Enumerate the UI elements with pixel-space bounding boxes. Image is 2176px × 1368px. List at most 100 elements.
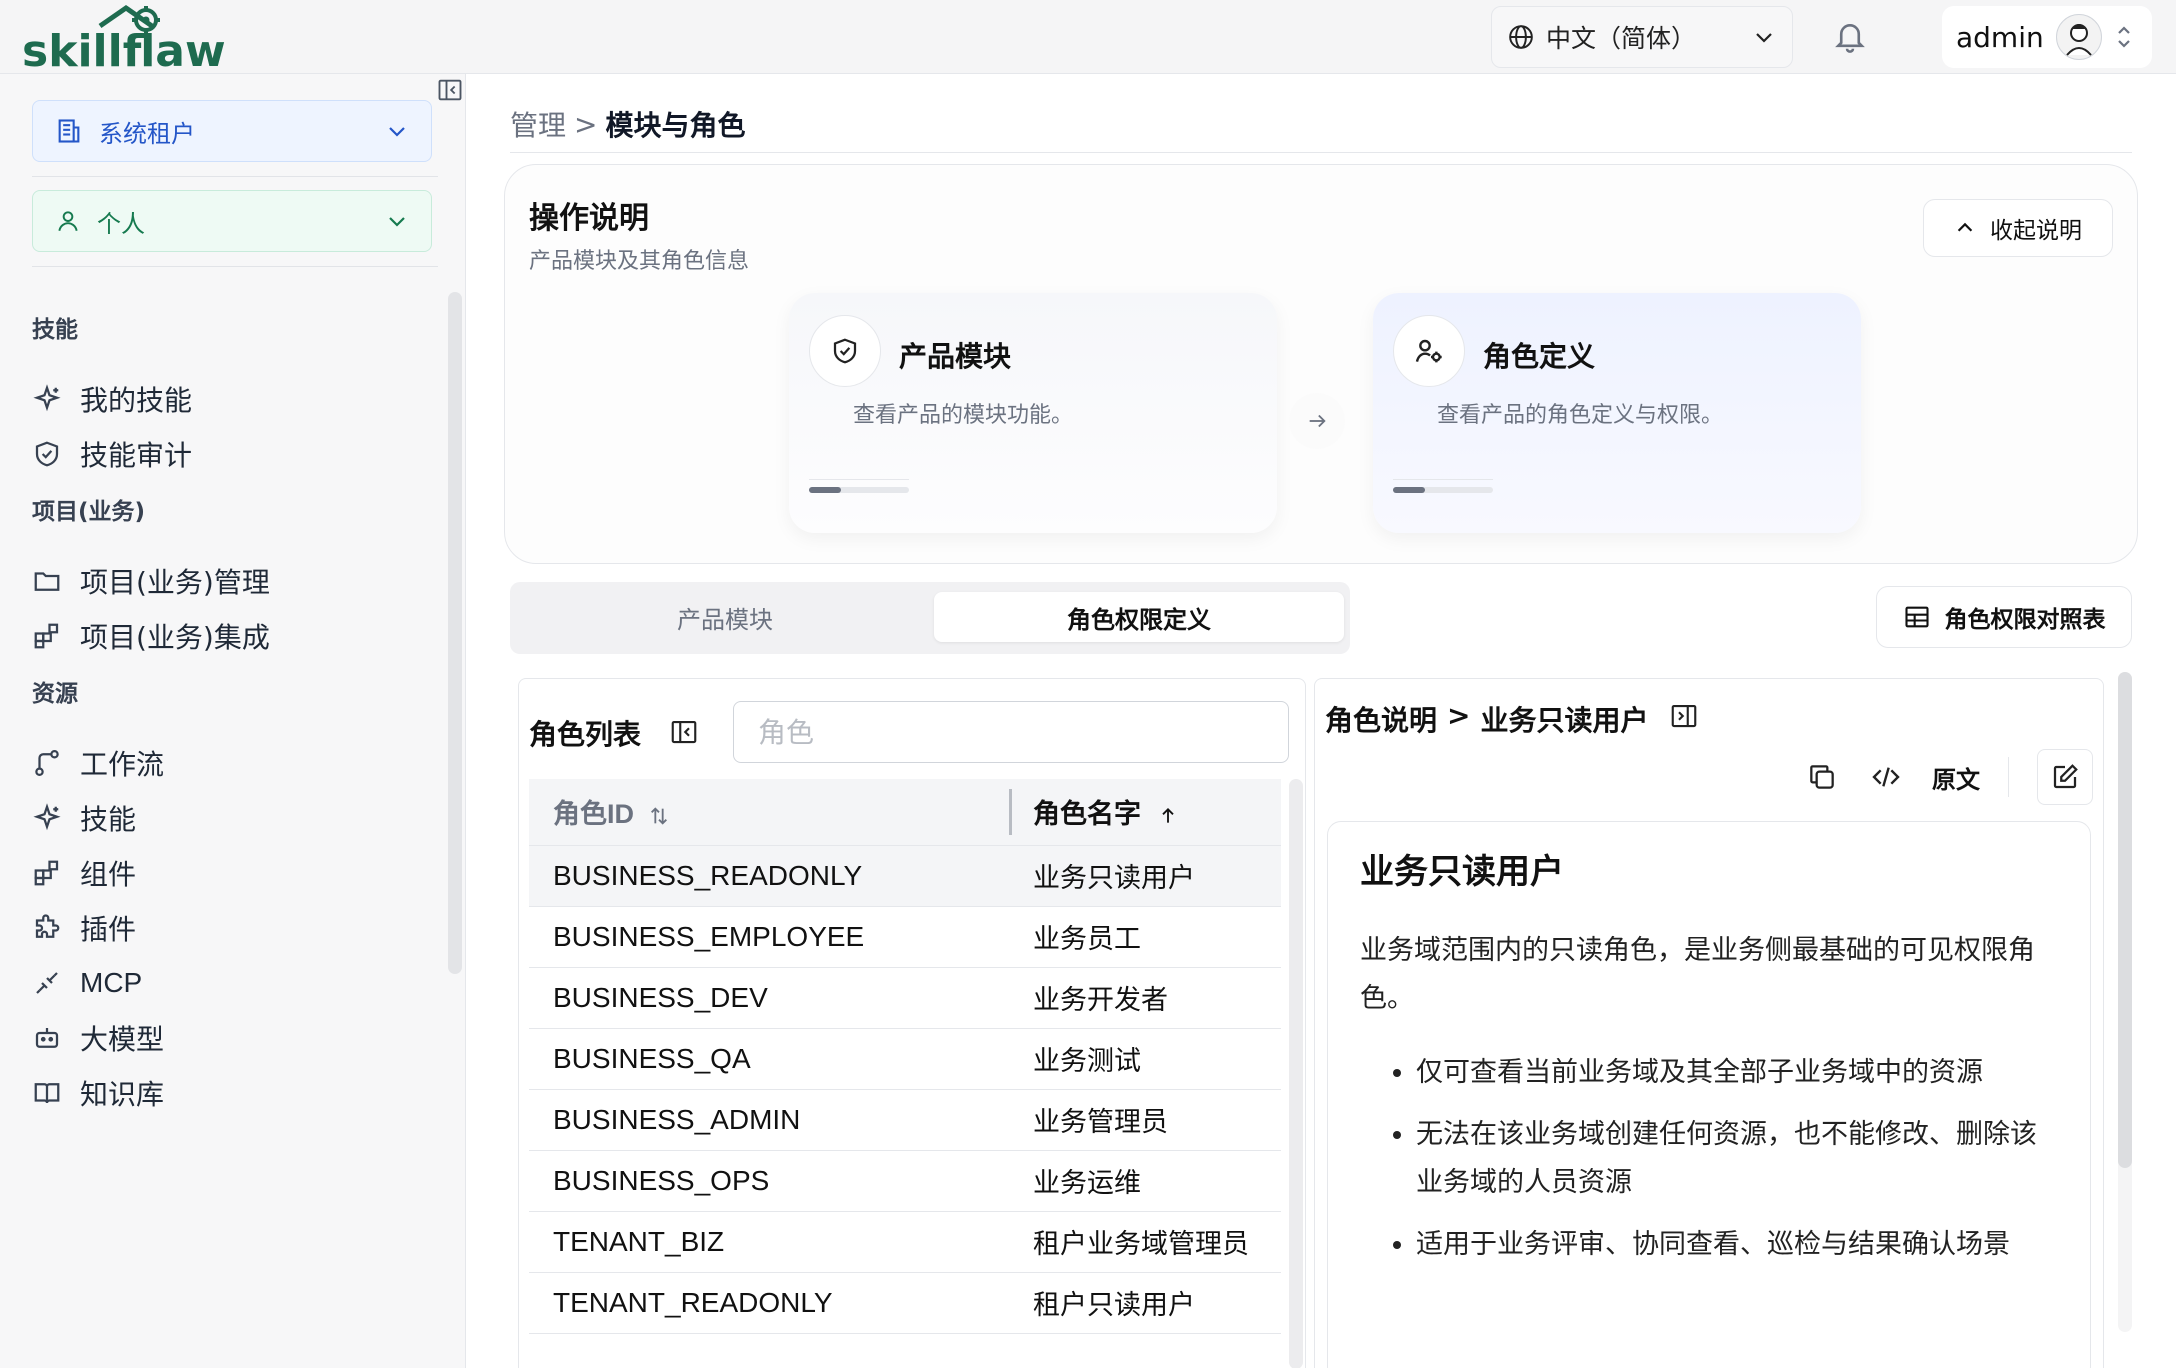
tab-product-modules[interactable]: 产品模块 <box>520 592 930 642</box>
doc-bullet-list: 仅可查看当前业务域及其全部子业务域中的资源 无法在该业务域创建任何资源，也不能修… <box>1360 1049 2058 1269</box>
chevron-down-icon <box>389 127 405 137</box>
divider <box>510 152 2132 153</box>
scope-select[interactable]: 个人 <box>32 190 432 252</box>
sidebar-item-skill-audit[interactable]: 技能审计 <box>32 429 412 479</box>
detail-breadcrumb: 角色说明 > 业务只读用户 <box>1325 699 1649 737</box>
step-desc: 查看产品的模块功能。 <box>853 403 1074 428</box>
sidebar-item-plugins[interactable]: 插件 <box>32 903 412 953</box>
user-gear-icon <box>1393 315 1465 387</box>
avatar <box>2055 14 2102 60</box>
breadcrumb-current: 模块与角色 <box>605 109 746 142</box>
sparkle-icon <box>33 803 61 831</box>
main-scrollbar[interactable] <box>2118 672 2132 1332</box>
table-scrollbar[interactable] <box>1289 779 1303 1368</box>
globe-icon <box>1509 25 1533 49</box>
tenant-select[interactable]: 系统租户 <box>32 100 432 162</box>
language-value: 中文（简体） <box>1546 24 1697 53</box>
chevron-updown-icon <box>2117 26 2130 48</box>
role-list-title: 角色列表 <box>529 718 642 751</box>
help-subtitle: 产品模块及其角色信息 <box>529 249 750 274</box>
folder-icon <box>34 572 60 591</box>
step-title: 角色定义 <box>1483 340 1596 373</box>
sidebar-item-my-skills[interactable]: 我的技能 <box>32 374 412 424</box>
language-select[interactable]: 中文（简体） <box>1491 6 1793 68</box>
sidebar-item-skills[interactable]: 技能 <box>32 793 412 843</box>
sidebar-item-llm[interactable]: 大模型 <box>32 1013 412 1063</box>
sidebar-item-knowledge-base[interactable]: 知识库 <box>32 1068 412 1118</box>
help-title: 操作说明 <box>529 201 649 236</box>
svg-text:skillflaw: skillflaw <box>22 26 226 70</box>
list-item: 适用于业务评审、协同查看、巡检与结果确认场景 <box>1416 1221 2058 1269</box>
shield-check-icon <box>35 441 59 467</box>
divider <box>2008 757 2009 797</box>
shield-check-icon <box>809 315 881 387</box>
step-card-roles[interactable]: 角色定义 查看产品的角色定义与权限。 <box>1373 293 1861 533</box>
copy-icon[interactable] <box>1804 759 1840 795</box>
doc-heading: 业务只读用户 <box>1360 852 1564 892</box>
book-icon <box>34 1083 60 1104</box>
list-item: 无法在该业务域创建任何资源，也不能修改、删除该业务域的人员资源 <box>1416 1111 2058 1207</box>
sidebar: 系统租户 个人 技能 我的技能 技能审计 项目(业务) 项目(业务)管理 项目(… <box>0 74 466 1368</box>
code-icon[interactable] <box>1868 759 1904 795</box>
section-resources: 资源 <box>32 681 78 707</box>
edit-button[interactable] <box>2037 749 2093 805</box>
table-row[interactable]: BUSINESS_DEV 业务开发者 <box>529 967 1281 1029</box>
user-menu[interactable]: admin <box>1942 6 2152 68</box>
table-row[interactable]: BUSINESS_OPS 业务运维 <box>529 1150 1281 1212</box>
table-row[interactable]: BUSINESS_QA 业务测试 <box>529 1028 1281 1090</box>
table-row[interactable]: BUSINESS_EMPLOYEE 业务员工 <box>529 906 1281 968</box>
table-row[interactable]: TENANT_READONLY 租户只读用户 <box>529 1272 1281 1334</box>
scope-value: 个人 <box>97 209 145 238</box>
chevron-down-icon <box>389 217 405 227</box>
sidebar-item-components[interactable]: 组件 <box>32 848 412 898</box>
puzzle-icon <box>35 914 60 938</box>
raw-text-button[interactable]: 原文 <box>1932 760 1980 795</box>
sparkle-icon <box>33 384 61 412</box>
sidebar-item-project-manage[interactable]: 项目(业务)管理 <box>32 556 412 606</box>
divider <box>809 479 909 480</box>
step-card-modules[interactable]: 产品模块 查看产品的模块功能。 <box>789 293 1277 533</box>
step-progress <box>1393 487 1493 493</box>
panel-expand-icon[interactable] <box>1669 701 1699 731</box>
role-search-input[interactable] <box>733 701 1289 763</box>
username: admin <box>1956 20 2044 54</box>
step-title: 产品模块 <box>899 340 1012 373</box>
brand-logo[interactable]: skillflaw <box>22 4 274 77</box>
table-icon <box>1904 606 1929 628</box>
building-icon <box>58 119 80 143</box>
role-table: 角色ID 角色名字 BUSINESS_READONLY 业务只读用户 BUSINE… <box>529 779 1281 1334</box>
scrollbar-thumb[interactable] <box>2118 672 2132 1168</box>
breadcrumb: 管理 > 模块与角色 <box>510 104 746 144</box>
doc-intro: 业务域范围内的只读角色，是业务侧最基础的可见权限角色。 <box>1360 935 2035 1014</box>
table-row[interactable]: TENANT_BIZ 租户业务域管理员 <box>529 1211 1281 1273</box>
breadcrumb-parent[interactable]: 管理 <box>510 104 566 144</box>
step-desc: 查看产品的角色定义与权限。 <box>1437 403 1724 428</box>
column-header-role-name[interactable]: 角色名字 <box>1009 779 1281 846</box>
list-item: 仅可查看当前业务域及其全部子业务域中的资源 <box>1416 1049 2058 1097</box>
step-progress <box>809 487 909 493</box>
sidebar-scrollbar[interactable] <box>448 292 462 974</box>
sidebar-item-project-integration[interactable]: 项目(业务)集成 <box>32 611 412 661</box>
tab-bar: 产品模块 角色权限定义 <box>510 582 1350 654</box>
user-icon <box>58 211 78 232</box>
bot-icon <box>35 1028 59 1048</box>
table-row[interactable]: BUSINESS_ADMIN 业务管理员 <box>529 1089 1281 1151</box>
detail-toolbar: 原文 <box>1804 749 2093 805</box>
sidebar-item-mcp[interactable]: MCP <box>32 958 412 1008</box>
table-row[interactable]: BUSINESS_READONLY 业务只读用户 <box>529 845 1281 907</box>
blocks-icon <box>34 860 59 886</box>
blocks-icon <box>34 623 59 649</box>
edit-icon <box>2053 764 2078 789</box>
collapse-help-button[interactable]: 收起说明 <box>1923 199 2113 257</box>
breadcrumb-separator: > <box>574 107 598 141</box>
notification-bell-icon[interactable] <box>1832 18 1868 56</box>
sidebar-item-workflow[interactable]: 工作流 <box>32 738 412 788</box>
sidebar-collapse-icon[interactable] <box>436 76 464 104</box>
help-card: 操作说明 产品模块及其角色信息 收起说明 产品模块 查看产品的模块功能。 角色定… <box>504 164 2138 564</box>
top-bar: skillflaw 中文（简体） admin <box>0 0 2176 77</box>
sort-asc-icon <box>1162 807 1175 823</box>
role-matrix-button[interactable]: 角色权限对照表 <box>1876 586 2132 648</box>
column-header-role-id[interactable]: 角色ID <box>529 779 1009 846</box>
tab-role-permissions[interactable]: 角色权限定义 <box>934 592 1344 642</box>
panel-collapse-icon[interactable] <box>669 717 699 747</box>
